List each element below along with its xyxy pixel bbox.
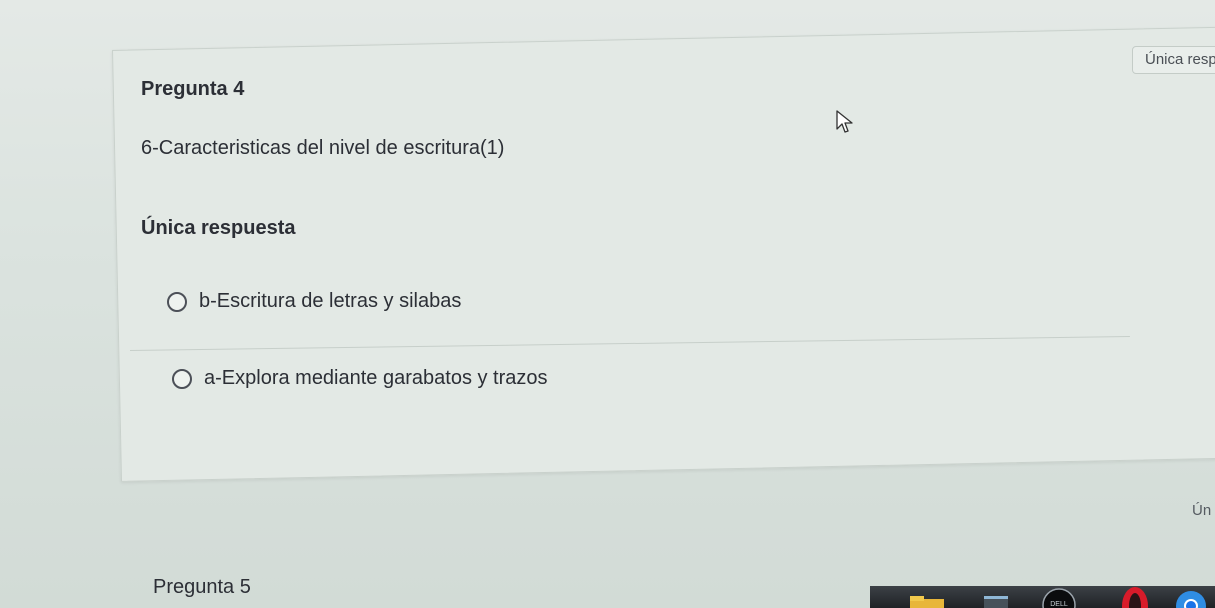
option-a-label[interactable]: a-Explora mediante garabatos y trazos [204,367,548,390]
option-a-radio[interactable] [172,368,192,389]
svg-text:DELL: DELL [1050,601,1068,608]
dell-icon[interactable]: DELL [1042,588,1076,608]
option-b[interactable]: b-Escritura de letras y silabas [167,290,461,313]
chrome-icon[interactable] [1175,586,1207,608]
question-card [112,26,1215,482]
mouse-pointer-icon [836,110,853,133]
option-b-label[interactable]: b-Escritura de letras y silabas [199,290,461,313]
folder-icon[interactable] [910,596,944,608]
question-title: Pregunta 4 [141,78,245,100]
opera-icon[interactable] [1120,586,1150,608]
answer-type-badge: Única resp [1132,46,1215,74]
app-icon[interactable] [982,594,1010,608]
option-b-radio[interactable] [167,291,187,312]
option-a[interactable]: a-Explora mediante garabatos y trazos [172,367,548,390]
answer-type-label: Única respuesta [141,217,296,239]
question-text: 6-Caracteristicas del nivel de escritura… [141,137,505,159]
taskbar: DELL [870,586,1215,608]
question-5-title: Pregunta 5 [153,576,251,598]
quiz-page: Única resp Pregunta 4 6-Caracteristicas … [0,0,1215,608]
next-answer-type-badge: Ún [1192,502,1212,519]
